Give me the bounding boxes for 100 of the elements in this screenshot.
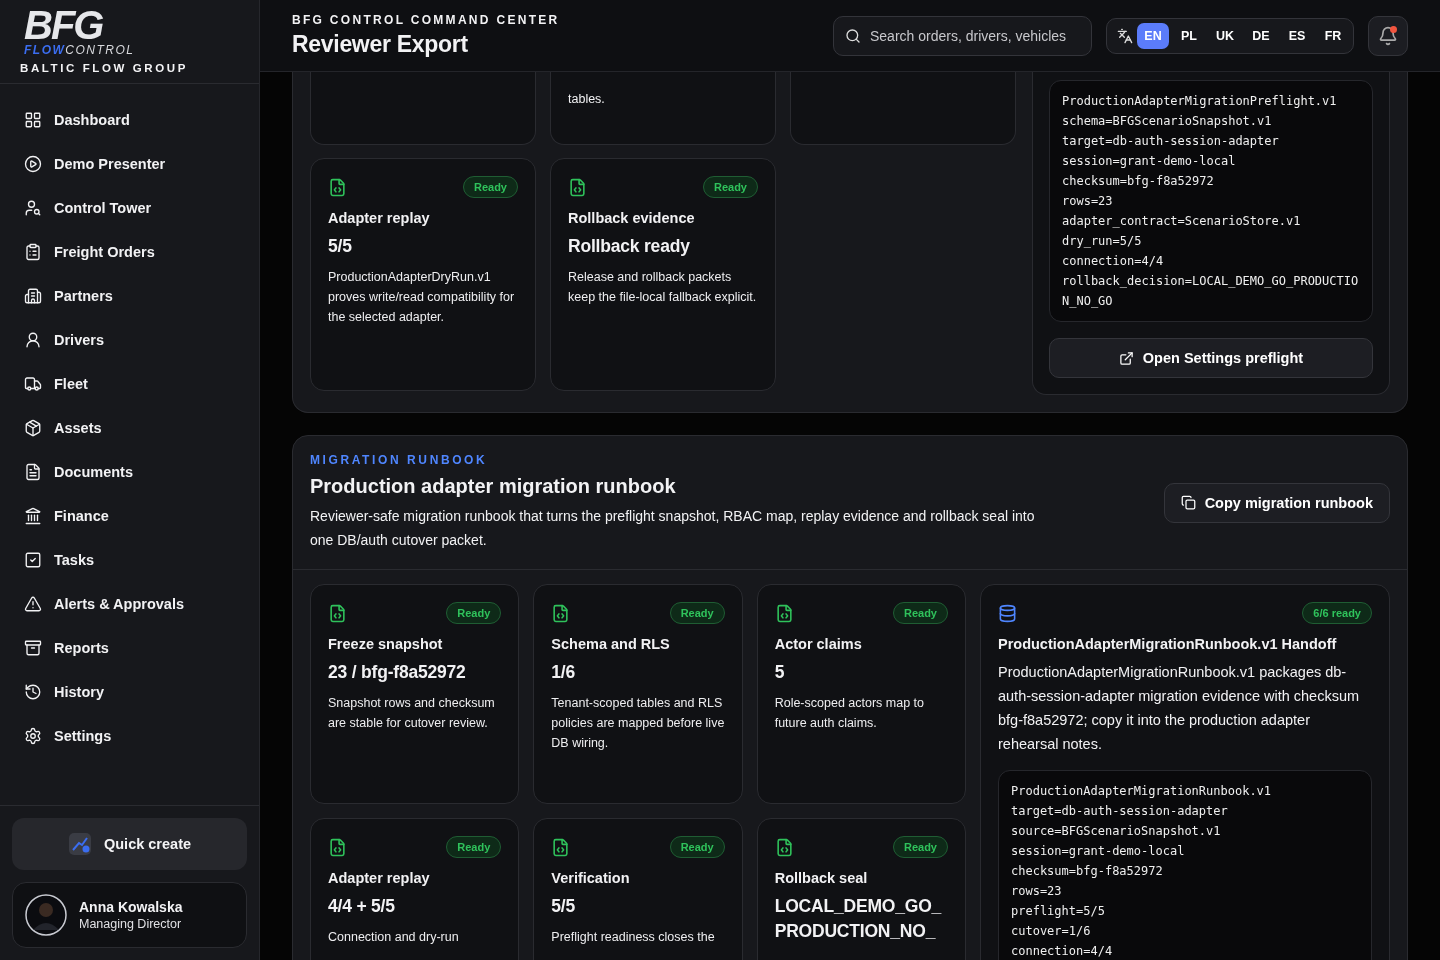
nav-item[interactable]: Control Tower — [12, 186, 247, 230]
nav-item[interactable]: Alerts & Approvals — [12, 582, 247, 626]
nav-item[interactable]: Tasks — [12, 538, 247, 582]
file-code-icon — [328, 177, 347, 197]
card-value: 4/4 + 5/5 — [328, 895, 396, 918]
card-value: LOCAL_DEMO_GO_PRODUCTION_NO_ — [774, 895, 943, 943]
section-eyebrow: MIGRATION RUNBOOK — [310, 453, 489, 467]
card-description: Tenant-scoped tables and RLS policies are mapped before live DB wiring. — [551, 695, 725, 752]
history-icon — [24, 683, 42, 701]
language-button[interactable]: PL — [1173, 22, 1205, 49]
status-badge: Ready — [702, 176, 758, 198]
open-settings-button[interactable]: Open Settings preflight — [1049, 338, 1373, 378]
route-icon — [67, 832, 92, 856]
clipboard-icon — [24, 243, 42, 261]
notifications-button[interactable] — [1368, 15, 1408, 56]
language-button[interactable]: FR — [1317, 22, 1349, 49]
language-button[interactable]: EN — [1137, 22, 1169, 49]
card-title: ProductionAdapterMigrationRunbook.v1 Handoff — [998, 636, 1338, 652]
status-badge: Ready — [446, 602, 502, 624]
nav-item[interactable]: Fleet — [12, 362, 247, 406]
nav-item[interactable]: Reports — [12, 626, 247, 670]
card-title: Rollback seal — [774, 870, 869, 886]
card-description: ProductionAdapterDryRun.v1 proves write/read compatibility for the selected adapter. — [328, 269, 516, 326]
language-button[interactable]: DE — [1245, 22, 1277, 49]
building-icon — [24, 287, 42, 305]
nav-item[interactable]: Finance — [12, 494, 247, 538]
card-description: Release and rollback packets keep the file-local fallback explicit. — [568, 269, 758, 306]
card-value: 23 / bfg-f8a52972 — [328, 661, 467, 684]
card-value: 1/6 — [551, 661, 577, 684]
nav-item[interactable]: Documents — [12, 450, 247, 494]
language-button[interactable]: UK — [1209, 22, 1241, 49]
card-title: Verification — [551, 870, 631, 886]
nav-item[interactable]: Drivers — [12, 318, 247, 362]
file-code-icon — [774, 603, 794, 623]
status-badge: Ready — [669, 602, 725, 624]
page-title: Reviewer Export — [292, 31, 469, 58]
nav-item[interactable]: Settings — [12, 714, 247, 758]
file-code-icon — [774, 837, 794, 857]
card-title: Actor claims — [774, 636, 863, 652]
card-title: Adapter replay — [328, 210, 431, 226]
search-field[interactable]: Search orders, drivers, vehicles — [833, 15, 1092, 56]
card-description: Role-scoped actors map to future auth claims. — [774, 695, 926, 732]
bank-icon — [24, 507, 42, 525]
code-block: ProductionAdapterMigrationPreflight.v1 schema=BFGScenarioSnapshot.v1 target=db-auth-session-adapter session=grant-demo-local checksum=bfg-f8a52972 rows=23 adapter_contract=ScenarioStore.v1 dry_run=5/5 connection=4/4 rollback_decision=LOCAL_DEMO_GO_PRODUCTION_NO_GO — [1049, 80, 1373, 322]
card-title: Adapter replay — [328, 870, 431, 886]
grid-icon — [24, 111, 42, 129]
card-title: Schema and RLS — [551, 636, 671, 652]
play-icon — [24, 155, 42, 173]
user-card[interactable]: Anna Kowalska Managing Director — [12, 882, 247, 948]
section-title: Production adapter migration runbook — [310, 475, 677, 498]
status-badge: Ready — [892, 836, 948, 858]
section-description: Reviewer-safe migration runbook that turns the preflight snapshot, RBAC map, replay evidence and rollback seal into one DB/auth cutover packet. — [310, 507, 1036, 550]
nav-item[interactable]: Partners — [12, 274, 247, 318]
nav-item[interactable]: Assets — [12, 406, 247, 450]
card-description: tables. — [568, 91, 606, 108]
user-icon — [24, 331, 42, 349]
card-description: Preflight readiness closes the — [551, 929, 716, 946]
archive-icon — [24, 639, 42, 657]
nav-item[interactable]: Dashboard — [12, 98, 247, 142]
logo: BFG FLOWCONTROL — [23, 6, 135, 56]
user-role: Managing Director — [79, 917, 183, 931]
status-badge: 6/6 ready — [1302, 602, 1372, 624]
card-title: Freeze snapshot — [328, 636, 444, 652]
user-search-icon — [24, 199, 42, 217]
settings-icon — [24, 727, 42, 745]
bell-icon — [1378, 25, 1398, 46]
card-description: Snapshot rows and checksum are stable for cutover review. — [328, 695, 496, 732]
status-badge: Ready — [669, 836, 725, 858]
file-code-icon — [551, 603, 571, 623]
status-badge: Ready — [446, 836, 502, 858]
language-button[interactable]: ES — [1281, 22, 1313, 49]
nav-item[interactable]: Freight Orders — [12, 230, 247, 274]
copy-icon — [1180, 495, 1196, 510]
status-badge: Ready — [462, 176, 518, 198]
file-code-icon — [568, 177, 587, 197]
external-link-icon — [1118, 350, 1134, 366]
card-description: ProductionAdapterMigrationRunbook.v1 packages db-auth-session-adapter migration evidence with checksum bfg-f8a52972; copy it into the production adapter rehearsal notes. — [998, 663, 1361, 754]
card-value: 5 — [774, 661, 786, 684]
card-value: Rollback ready — [568, 235, 691, 258]
quick-create-button[interactable]: Quick create — [12, 818, 247, 870]
file-code-icon — [328, 603, 347, 623]
card-description: Connection and dry-run — [328, 929, 460, 946]
document-icon — [24, 463, 42, 481]
card-title: Rollback evidence — [568, 210, 696, 226]
translate-icon — [1117, 27, 1133, 44]
card-value: 5/5 — [328, 235, 353, 258]
copy-runbook-button[interactable]: Copy migration runbook — [1163, 482, 1390, 523]
card-value: 5/5 — [551, 895, 577, 918]
file-code-icon — [551, 837, 571, 857]
status-badge: Ready — [892, 602, 948, 624]
file-code-icon — [328, 837, 347, 857]
nav-item[interactable]: History — [12, 670, 247, 714]
nav-item[interactable]: Demo Presenter — [12, 142, 247, 186]
package-icon — [24, 419, 42, 437]
user-name: Anna Kowalska — [79, 899, 183, 915]
checkbox-icon — [24, 551, 42, 569]
header-eyebrow: BFG CONTROL COMMAND CENTER — [292, 13, 561, 27]
truck-icon — [24, 375, 42, 393]
search-icon — [845, 27, 861, 44]
company-tagline: BALTIC FLOW GROUP — [20, 62, 188, 74]
